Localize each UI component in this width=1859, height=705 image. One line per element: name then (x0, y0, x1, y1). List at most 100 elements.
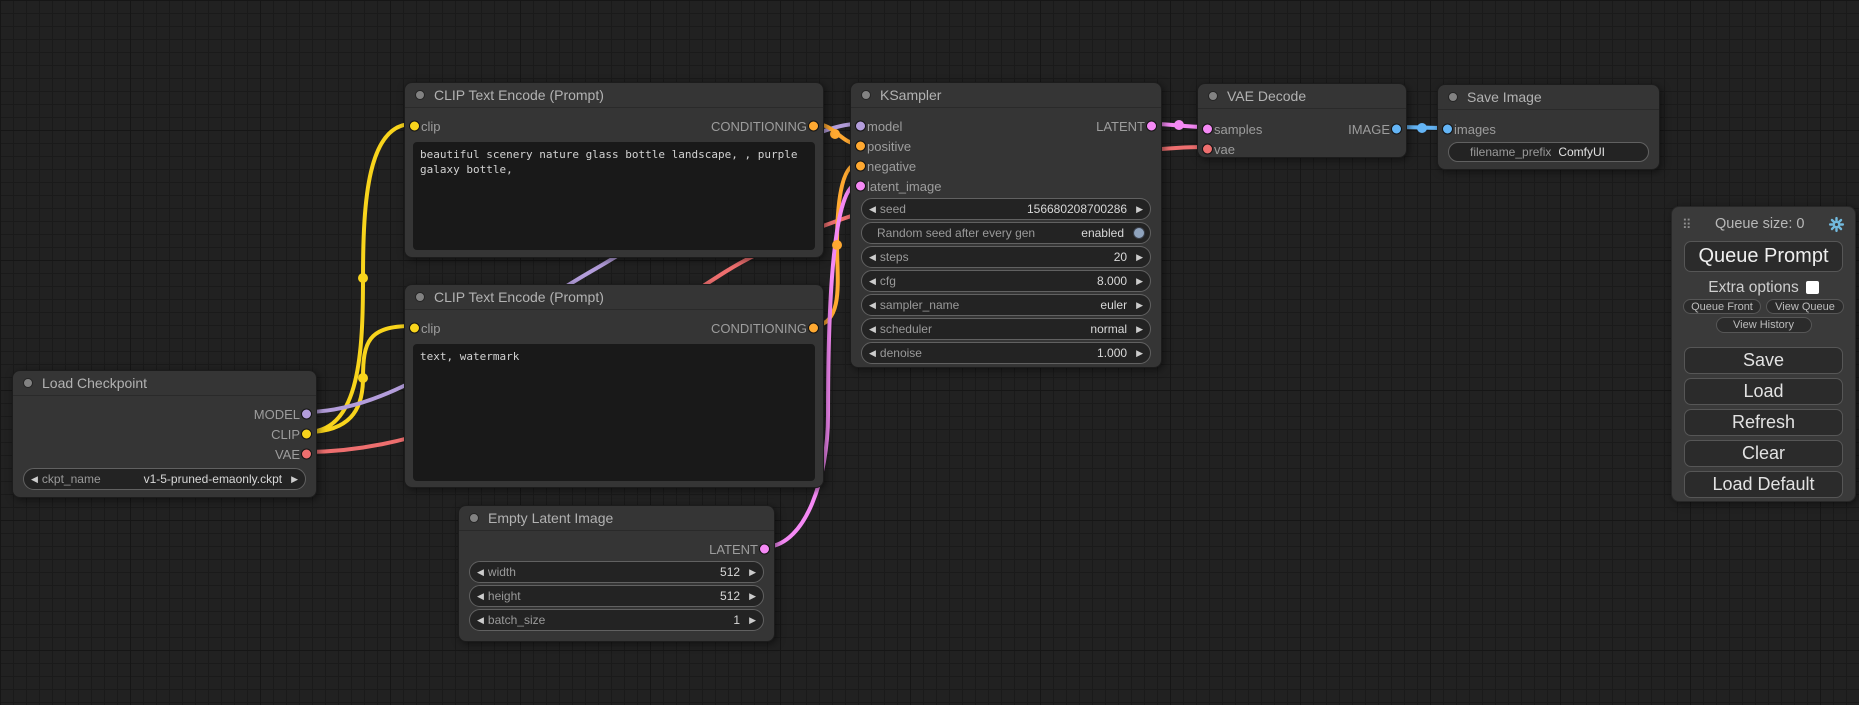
collapse-dot-icon[interactable] (23, 378, 33, 388)
left-arrow-icon[interactable]: ◀ (869, 349, 876, 358)
image-output-slot[interactable] (1391, 124, 1402, 135)
link-midpoint-dot[interactable] (358, 273, 368, 283)
right-arrow-icon[interactable]: ▶ (1136, 205, 1143, 214)
negative-prompt-textarea[interactable]: text, watermark (413, 344, 815, 481)
width-widget[interactable]: ◀ width 512 ▶ (469, 561, 764, 583)
left-arrow-icon[interactable]: ◀ (869, 205, 876, 214)
link-midpoint-dot[interactable] (358, 373, 368, 383)
right-arrow-icon[interactable]: ▶ (1136, 325, 1143, 334)
left-arrow-icon[interactable]: ◀ (869, 301, 876, 310)
node-title-bar[interactable]: CLIP Text Encode (Prompt) (405, 83, 823, 108)
input-label-samples: samples (1214, 122, 1262, 137)
save-button[interactable]: Save (1684, 347, 1843, 374)
scheduler-widget[interactable]: ◀ scheduler normal ▶ (861, 318, 1151, 340)
random-seed-widget[interactable]: Random seed after every gen enabled (861, 222, 1151, 244)
output-label-latent: LATENT (709, 542, 758, 557)
images-input-slot[interactable] (1442, 124, 1453, 135)
positive-prompt-textarea[interactable]: beautiful scenery nature glass bottle la… (413, 142, 815, 250)
link-midpoint-dot[interactable] (832, 240, 842, 250)
view-history-button[interactable]: View History (1716, 317, 1812, 333)
toggle-enabled-icon[interactable] (1133, 227, 1145, 239)
collapse-dot-icon[interactable] (861, 90, 871, 100)
samples-input-slot[interactable] (1202, 124, 1213, 135)
clip-input-slot[interactable] (409, 121, 420, 132)
collapse-dot-icon[interactable] (1208, 91, 1218, 101)
node-title-bar[interactable]: KSampler (851, 83, 1161, 108)
drag-handle-icon[interactable]: ⠿ (1682, 218, 1692, 231)
model-input-slot[interactable] (855, 121, 866, 132)
batch-size-widget[interactable]: ◀ batch_size 1 ▶ (469, 609, 764, 631)
left-arrow-icon[interactable]: ◀ (477, 616, 484, 625)
link-midpoint-dot[interactable] (1417, 123, 1427, 133)
collapse-dot-icon[interactable] (415, 90, 425, 100)
left-arrow-icon[interactable]: ◀ (477, 568, 484, 577)
collapse-dot-icon[interactable] (415, 292, 425, 302)
positive-input-slot[interactable] (855, 141, 866, 152)
right-arrow-icon[interactable]: ▶ (1136, 349, 1143, 358)
right-arrow-icon[interactable]: ▶ (749, 568, 756, 577)
negative-input-slot[interactable] (855, 161, 866, 172)
queue-panel[interactable]: ⠿ Queue size: 0 Queue Prompt Extra optio… (1671, 206, 1856, 502)
link-midpoint-dot[interactable] (1174, 120, 1184, 130)
model-output-slot[interactable] (301, 409, 312, 420)
steps-widget[interactable]: ◀ steps 20 ▶ (861, 246, 1151, 268)
node-title-bar[interactable]: Empty Latent Image (459, 506, 774, 531)
comfyui-canvas[interactable]: { "colors": { "wire_model": "#b39ddb", "… (0, 0, 1859, 705)
input-label-latent-image: latent_image (867, 179, 941, 194)
right-arrow-icon[interactable]: ▶ (291, 475, 298, 484)
ckpt-name-widget[interactable]: ◀ ckpt_name v1-5-pruned-emaonly.ckpt ▶ (23, 468, 306, 490)
node-title-bar[interactable]: VAE Decode (1198, 84, 1406, 109)
left-arrow-icon[interactable]: ◀ (31, 475, 38, 484)
ksampler-node[interactable]: KSampler model LATENT positive negative … (850, 82, 1162, 368)
view-queue-button[interactable]: View Queue (1766, 299, 1844, 314)
sampler-name-widget[interactable]: ◀ sampler_name euler ▶ (861, 294, 1151, 316)
load-button[interactable]: Load (1684, 378, 1843, 405)
cfg-widget[interactable]: ◀ cfg 8.000 ▶ (861, 270, 1151, 292)
extra-options-checkbox[interactable] (1806, 281, 1819, 294)
clip-output-slot[interactable] (301, 429, 312, 440)
conditioning-output-slot[interactable] (808, 121, 819, 132)
left-arrow-icon[interactable]: ◀ (477, 592, 484, 601)
queue-prompt-button[interactable]: Queue Prompt (1684, 241, 1843, 272)
settings-gear-icon[interactable] (1828, 216, 1845, 233)
collapse-dot-icon[interactable] (469, 513, 479, 523)
node-title-bar[interactable]: Load Checkpoint (13, 371, 316, 396)
clip-text-encode-negative-node[interactable]: CLIP Text Encode (Prompt) clip CONDITION… (404, 284, 824, 488)
slot-row: images (1438, 119, 1659, 139)
latent-image-input-slot[interactable] (855, 181, 866, 192)
height-widget[interactable]: ◀ height 512 ▶ (469, 585, 764, 607)
load-default-button[interactable]: Load Default (1684, 471, 1843, 498)
input-label-images: images (1454, 122, 1496, 137)
clip-text-encode-positive-node[interactable]: CLIP Text Encode (Prompt) clip CONDITION… (404, 82, 824, 258)
seed-widget[interactable]: ◀ seed 156680208700286 ▶ (861, 198, 1151, 220)
latent-output-slot[interactable] (1146, 121, 1157, 132)
empty-latent-image-node[interactable]: Empty Latent Image LATENT ◀ width 512 ▶ … (458, 505, 775, 642)
left-arrow-icon[interactable]: ◀ (869, 277, 876, 286)
node-title-bar[interactable]: CLIP Text Encode (Prompt) (405, 285, 823, 310)
latent-output-slot[interactable] (759, 544, 770, 555)
left-arrow-icon[interactable]: ◀ (869, 325, 876, 334)
node-title-bar[interactable]: Save Image (1438, 85, 1659, 110)
conditioning-output-slot[interactable] (808, 323, 819, 334)
filename-prefix-widget[interactable]: filename_prefix ComfyUI (1448, 142, 1649, 162)
vae-input-slot[interactable] (1202, 144, 1213, 155)
save-image-node[interactable]: Save Image images filename_prefix ComfyU… (1437, 84, 1660, 170)
clip-input-slot[interactable] (409, 323, 420, 334)
input-label-negative: negative (867, 159, 916, 174)
denoise-widget[interactable]: ◀ denoise 1.000 ▶ (861, 342, 1151, 364)
queue-front-button[interactable]: Queue Front (1683, 299, 1761, 314)
clear-button[interactable]: Clear (1684, 440, 1843, 467)
right-arrow-icon[interactable]: ▶ (749, 616, 756, 625)
link-midpoint-dot[interactable] (830, 129, 840, 139)
slot-row: negative (851, 156, 1161, 176)
vae-decode-node[interactable]: VAE Decode samples IMAGE vae (1197, 83, 1407, 158)
right-arrow-icon[interactable]: ▶ (749, 592, 756, 601)
load-checkpoint-node[interactable]: Load Checkpoint MODEL CLIP VAE ◀ ckpt_na… (12, 370, 317, 498)
collapse-dot-icon[interactable] (1448, 92, 1458, 102)
right-arrow-icon[interactable]: ▶ (1136, 301, 1143, 310)
refresh-button[interactable]: Refresh (1684, 409, 1843, 436)
left-arrow-icon[interactable]: ◀ (869, 253, 876, 262)
right-arrow-icon[interactable]: ▶ (1136, 253, 1143, 262)
vae-output-slot[interactable] (301, 449, 312, 460)
right-arrow-icon[interactable]: ▶ (1136, 277, 1143, 286)
